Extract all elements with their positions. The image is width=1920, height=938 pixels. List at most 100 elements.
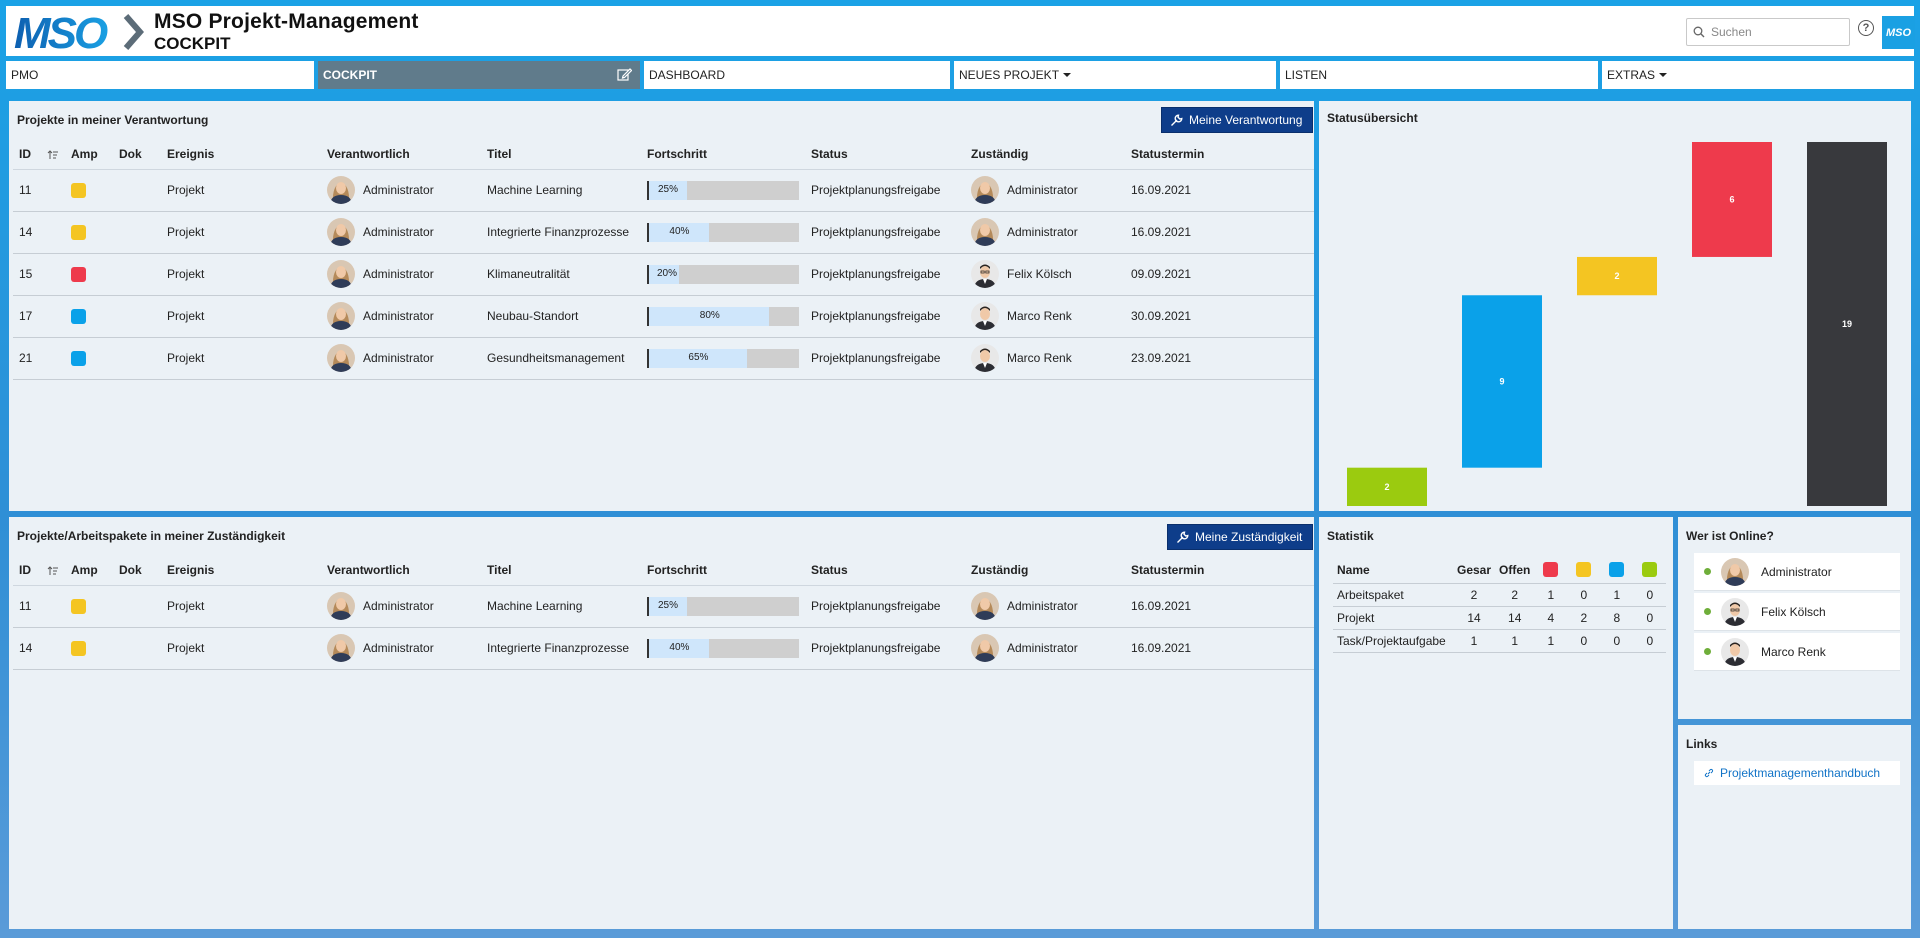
help-icon[interactable]: ?: [1858, 20, 1874, 36]
col-label: Amp: [71, 562, 98, 577]
col-label: Statustermin: [1131, 146, 1205, 161]
ampel-indicator: [71, 350, 86, 366]
cell-ampel: [65, 169, 113, 212]
col-green[interactable]: [1633, 557, 1667, 584]
table-row[interactable]: Arbeitspaket 2 2 1 0 1 0: [1333, 583, 1667, 607]
mso-logo[interactable]: MSO: [12, 10, 150, 54]
tab-pmo[interactable]: PMO: [6, 61, 314, 89]
cell-value: 0: [1633, 629, 1667, 653]
col-fortschritt[interactable]: Fortschritt: [641, 555, 805, 586]
cell-dok: [113, 627, 161, 670]
col-id[interactable]: ID: [13, 139, 41, 170]
table-row[interactable]: 14 Projekt Administrator Integrierte Finanz…: [13, 627, 1314, 670]
person-name: Administrator: [363, 267, 434, 281]
cell-statustermin: 16.09.2021: [1125, 169, 1314, 212]
meine-verantwortung-button[interactable]: Meine Verantwortung: [1161, 107, 1314, 133]
cell-dok: [113, 169, 161, 212]
table-row[interactable]: Projekt 14 14 4 2 8 0: [1333, 606, 1667, 630]
col-verantwortlich[interactable]: Verantwortlich: [321, 139, 481, 170]
col-yellow[interactable]: [1567, 557, 1601, 584]
col-amp[interactable]: Amp: [65, 555, 113, 586]
table-row[interactable]: 11 Projekt Administrator Machine Learning 25…: [13, 169, 1314, 212]
cell-sort: [41, 295, 65, 338]
panel-title: Links: [1686, 737, 1718, 751]
col-offen[interactable]: Offen: [1495, 557, 1535, 584]
col-blue[interactable]: [1600, 557, 1634, 584]
cell-titel[interactable]: Gesundheitsmanagement: [481, 337, 641, 380]
tab-cockpit[interactable]: COCKPIT: [318, 61, 640, 89]
col-zustaendig[interactable]: Zuständig: [965, 139, 1125, 170]
person-name: Felix Kölsch: [1007, 267, 1072, 281]
tab-neues-projekt[interactable]: NEUES PROJEKT: [954, 61, 1276, 89]
online-user[interactable]: Administrator: [1694, 553, 1900, 591]
search-input[interactable]: [1711, 21, 1841, 43]
table-row[interactable]: 21 Projekt Administrator Gesundheitsmanagem…: [13, 337, 1314, 380]
cell-value: 0: [1633, 606, 1667, 630]
person-name: Administrator: [1007, 599, 1078, 613]
chart-bar-label: 6: [1729, 194, 1734, 204]
cell-ereignis: Projekt: [161, 169, 321, 212]
table-header-row: Name Gesar Offen: [1333, 557, 1667, 584]
cell-status: Projektplanungsfreigabe: [805, 585, 965, 628]
tab-listen[interactable]: LISTEN: [1280, 61, 1598, 89]
cell-titel[interactable]: Neubau-Standort: [481, 295, 641, 338]
cell-titel[interactable]: Machine Learning: [481, 169, 641, 212]
col-zustaendig[interactable]: Zuständig: [965, 555, 1125, 586]
col-red[interactable]: [1534, 557, 1568, 584]
cell-status: Projektplanungsfreigabe: [805, 627, 965, 670]
cell-status: Projektplanungsfreigabe: [805, 295, 965, 338]
mso-badge-logo[interactable]: MSO: [1882, 16, 1915, 49]
col-id[interactable]: ID: [13, 555, 41, 586]
cell-id: 11: [13, 585, 41, 628]
meine-zustaendigkeit-button[interactable]: Meine Zuständigkeit: [1167, 524, 1314, 550]
table-row[interactable]: 14 Projekt Administrator Integrierte Finanz…: [13, 211, 1314, 254]
cell-zustaendig: Administrator: [965, 211, 1125, 254]
cell-titel[interactable]: Integrierte Finanzprozesse: [481, 211, 641, 254]
col-status[interactable]: Status: [805, 555, 965, 586]
cell-value: 8: [1600, 606, 1634, 630]
col-sort[interactable]: [41, 555, 65, 586]
cell-status: Projektplanungsfreigabe: [805, 337, 965, 380]
panel-verantwortung: Projekte in meiner Verantwortung Meine V…: [9, 101, 1314, 511]
ampel-indicator: [71, 266, 86, 282]
cell-name: Projekt: [1333, 606, 1453, 630]
table-row[interactable]: Task/Projektaufgabe 1 1 1 0 0 0: [1333, 629, 1667, 653]
edit-icon[interactable]: [617, 67, 632, 82]
col-statustermin[interactable]: Statustermin: [1125, 139, 1314, 170]
col-sort[interactable]: [41, 139, 65, 170]
avatar: [1721, 557, 1749, 586]
avatar: [327, 344, 355, 372]
table-row[interactable]: 15 Projekt Administrator Klimaneutralität 20…: [13, 253, 1314, 296]
table-row[interactable]: 11 Projekt Administrator Machine Learning 25…: [13, 585, 1314, 628]
table-row[interactable]: 17 Projekt Administrator Neubau-Standort 80%…: [13, 295, 1314, 338]
col-gesamt[interactable]: Gesar: [1453, 557, 1496, 584]
col-ereignis[interactable]: Ereignis: [161, 139, 321, 170]
online-user[interactable]: Marco Renk: [1694, 633, 1900, 671]
col-name[interactable]: Name: [1333, 557, 1453, 584]
cell-name: Task/Projektaufgabe: [1333, 629, 1453, 653]
cell-fortschritt: 25%: [641, 169, 805, 212]
col-titel[interactable]: Titel: [481, 139, 641, 170]
col-label: Dok: [119, 146, 142, 161]
online-user[interactable]: Felix Kölsch: [1694, 593, 1900, 631]
col-label: Titel: [487, 562, 512, 577]
cell-ampel: [65, 211, 113, 254]
cell-value: 1: [1534, 629, 1568, 653]
avatar: [327, 634, 355, 662]
search-box[interactable]: [1686, 18, 1850, 46]
col-dok[interactable]: Dok: [113, 555, 161, 586]
col-statustermin[interactable]: Statustermin: [1125, 555, 1314, 586]
col-amp[interactable]: Amp: [65, 139, 113, 170]
tab-dashboard[interactable]: DASHBOARD: [644, 61, 950, 89]
col-dok[interactable]: Dok: [113, 139, 161, 170]
tab-extras[interactable]: EXTRAS: [1602, 61, 1914, 89]
cell-titel[interactable]: Machine Learning: [481, 585, 641, 628]
col-fortschritt[interactable]: Fortschritt: [641, 139, 805, 170]
cell-titel[interactable]: Integrierte Finanzprozesse: [481, 627, 641, 670]
cell-titel[interactable]: Klimaneutralität: [481, 253, 641, 296]
col-status[interactable]: Status: [805, 139, 965, 170]
link-projektmanagementhandbuch[interactable]: Projektmanagementhandbuch: [1694, 761, 1900, 785]
col-titel[interactable]: Titel: [481, 555, 641, 586]
col-verantwortlich[interactable]: Verantwortlich: [321, 555, 481, 586]
col-ereignis[interactable]: Ereignis: [161, 555, 321, 586]
